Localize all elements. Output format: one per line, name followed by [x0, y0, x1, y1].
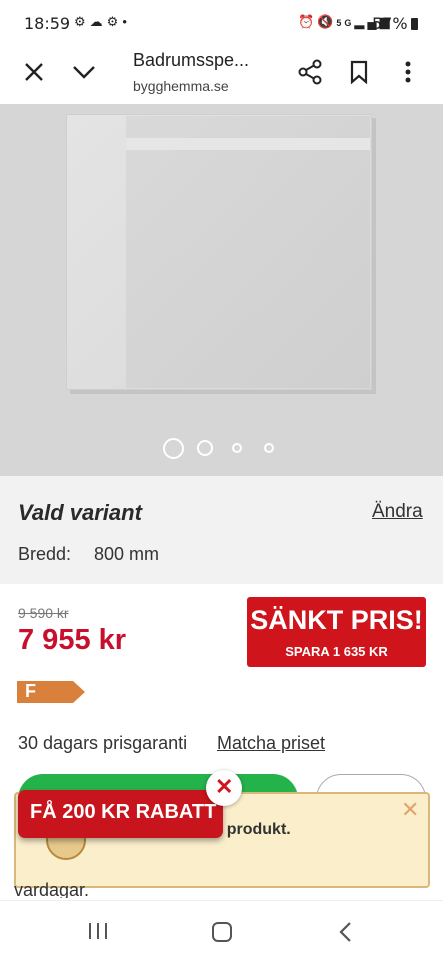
gallery-dot[interactable]: [197, 440, 213, 456]
system-navigation-bar: [0, 900, 443, 960]
gallery-dot[interactable]: [232, 443, 242, 453]
share-icon[interactable]: [294, 56, 326, 88]
variant-title: Vald variant: [18, 500, 142, 525]
mirror-panel: [126, 116, 370, 388]
recent-apps-icon[interactable]: [86, 921, 110, 946]
chevron-down-icon[interactable]: [68, 56, 100, 88]
home-icon[interactable]: [211, 921, 233, 948]
battery-level: 57%: [372, 14, 418, 33]
sale-title: SÄNKT PRIS!: [250, 605, 423, 635]
back-icon[interactable]: [337, 921, 353, 948]
sale-subtitle: SPARA 1 635 KR: [285, 644, 388, 659]
current-price: 7 955 kr: [18, 624, 127, 656]
5g-icon: 5G: [336, 18, 355, 28]
discount-label: FÅ 200 KR RABATT: [30, 801, 217, 823]
close-icon[interactable]: ✕: [215, 774, 233, 800]
status-time: 18:59: [24, 14, 71, 33]
width-label: Bredd:: [18, 544, 72, 564]
mute-icon: 🔇: [317, 14, 337, 29]
gallery-dot[interactable]: [264, 443, 274, 453]
settings-notification-icon: ⚙: [106, 14, 123, 29]
settings-notification-icon: ⚙: [74, 14, 90, 29]
width-value: 800 mm: [94, 544, 160, 564]
cloud-notification-icon: ☁: [89, 14, 107, 29]
old-price: 9 590 kr: [18, 605, 69, 621]
dot-icon: •: [122, 14, 131, 29]
energy-class-letter: F: [25, 681, 36, 701]
tab-title: Badrumsspe...: [133, 50, 250, 70]
battery-icon: [410, 18, 418, 30]
status-bar: 18:59 ⚙☁⚙• ⏰🔇5G▂▄▆ 57%: [0, 0, 443, 44]
tab-url: bygghemma.se: [133, 78, 229, 94]
match-price-link[interactable]: Matcha priset: [217, 733, 325, 754]
gallery-dot-active[interactable]: [163, 438, 184, 459]
notification-icons: ⚙☁⚙•: [74, 14, 131, 30]
alarm-icon: ⏰: [298, 14, 318, 29]
browser-toolbar: Badrumsspe... bygghemma.se: [0, 44, 443, 104]
sale-badge: SÄNKT PRIS! SPARA 1 635 KR: [247, 597, 426, 667]
variant-section: Vald variant Ändra Bredd: 800 mm: [0, 476, 443, 584]
close-icon[interactable]: [18, 56, 50, 88]
bookmark-icon[interactable]: [343, 56, 375, 88]
mirror-light-strip: [126, 138, 370, 150]
change-variant-link[interactable]: Ändra: [372, 501, 423, 523]
notice-close-icon[interactable]: ✕: [401, 797, 419, 823]
more-options-icon[interactable]: [392, 56, 424, 88]
price-guarantee-text: 30 dagars prisgaranti: [18, 733, 188, 753]
partial-delivery-text: vardagar.: [14, 880, 90, 898]
